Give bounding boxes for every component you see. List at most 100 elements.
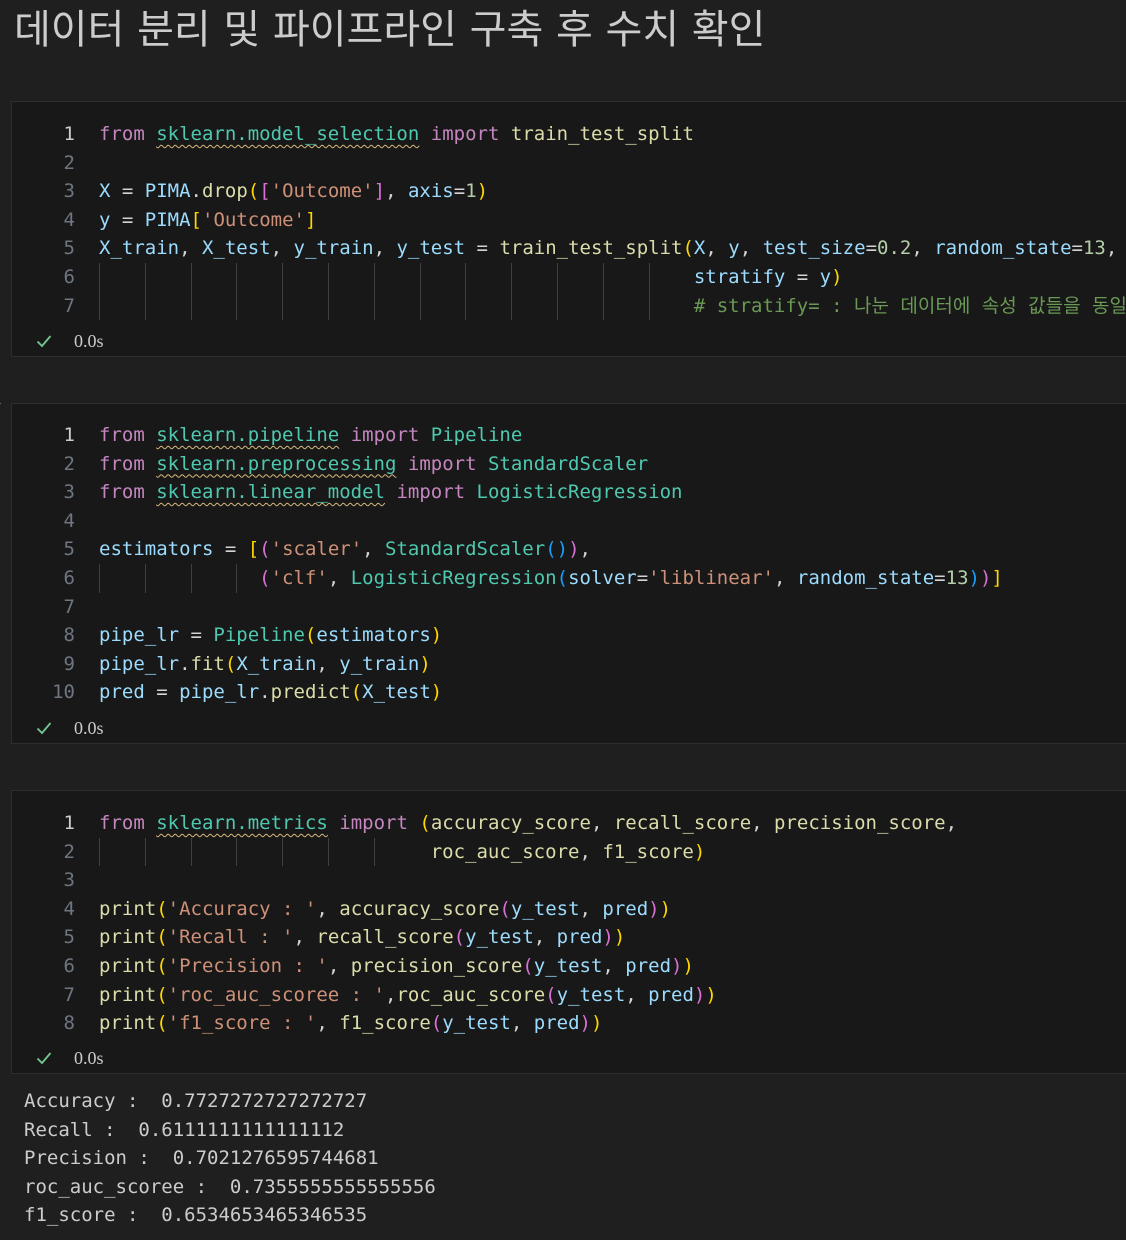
- code-token: roc_auc_score: [396, 983, 546, 1006]
- output-line: Accuracy : 0.7727272727272727: [24, 1090, 368, 1112]
- code-token: (: [156, 926, 168, 949]
- code-token: (: [156, 1012, 168, 1035]
- line-number: 7: [63, 294, 75, 317]
- code-token: X: [693, 237, 706, 260]
- code-token: ): [430, 681, 443, 704]
- code-token: =: [453, 180, 466, 203]
- code-cell-1[interactable]: 1 from sklearn.model_selection import tra…: [11, 101, 1126, 357]
- code-token: 'Precision : ': [167, 954, 328, 977]
- code-token: =: [934, 566, 946, 589]
- code-token: .: [179, 652, 191, 675]
- code-token: ): [419, 652, 431, 675]
- code-token: sklearn.model_selection: [156, 123, 420, 145]
- line-number: 1: [63, 123, 75, 145]
- line-number: 6: [63, 566, 75, 589]
- line-number: 2: [63, 151, 75, 174]
- code-token: ,: [316, 652, 340, 675]
- code-token: test_size: [762, 237, 866, 260]
- code-token: # stratify= : 나눈 데이터에 속성 값들을 동일하게: [693, 294, 1126, 317]
- code-token: ,: [385, 180, 408, 203]
- code-token: 13: [945, 566, 969, 589]
- code-token: ]: [373, 180, 386, 203]
- code-cell-2[interactable]: 1 from sklearn.pipeline import Pipeline 2…: [11, 403, 1126, 744]
- code-token: [: [247, 538, 260, 561]
- cell-collapse-handle[interactable]: [0, 403, 7, 425]
- cell-3-editor[interactable]: 1 from sklearn.metrics import (accuracy_s…: [12, 809, 1126, 1038]
- code-token: y: [99, 208, 111, 231]
- code-token: ,: [293, 926, 317, 949]
- code-token: train_test_split: [510, 123, 694, 145]
- code-token: =: [785, 265, 820, 288]
- cell-1-editor[interactable]: 1 from sklearn.model_selection import tra…: [12, 120, 1126, 321]
- code-line: X = PIMA.drop(['Outcome'], axis=1): [99, 177, 488, 206]
- code-token: 1: [465, 180, 477, 203]
- cell-1-status: 0.0s: [36, 329, 104, 353]
- code-token: from: [99, 452, 145, 475]
- code-token: (: [419, 812, 431, 834]
- code-token: ,: [774, 566, 797, 589]
- code-token: y_test: [556, 983, 626, 1006]
- code-token: ,: [362, 538, 386, 561]
- indent-guide-row: 2 roc_auc_score, f1_score): [12, 837, 1126, 867]
- code-token: ): [979, 566, 992, 589]
- code-line: print('Recall : ', recall_score(y_test, …: [99, 923, 625, 952]
- output-line: Precision : 0.7021276595744681: [24, 1147, 379, 1170]
- line-number: 1: [63, 424, 75, 446]
- code-token: [: [259, 180, 271, 203]
- code-token: 'liblinear': [648, 566, 774, 589]
- code-token: from: [99, 812, 145, 834]
- code-token: pipe_lr: [99, 624, 180, 647]
- code-token: ): [602, 926, 614, 949]
- code-token: ,: [533, 926, 557, 949]
- code-token: =: [865, 237, 878, 260]
- code-token: pred: [99, 681, 145, 704]
- execution-time: 0.0s: [74, 717, 104, 738]
- output-line: Recall : 0.6111111111111112: [24, 1118, 345, 1141]
- code-token: =: [110, 180, 145, 203]
- code-token: recall_score: [316, 926, 454, 949]
- cell-2-editor[interactable]: 1 from sklearn.pipeline import Pipeline 2…: [12, 421, 1126, 707]
- code-token: StandardScaler: [385, 538, 546, 561]
- line-number: 7: [63, 983, 75, 1006]
- code-cell-3[interactable]: 1 from sklearn.metrics import (accuracy_s…: [11, 790, 1126, 1074]
- code-token: ,: [316, 1012, 340, 1035]
- code-token: ,: [327, 954, 351, 977]
- check-icon: [36, 722, 52, 735]
- code-token: ,: [510, 1012, 534, 1035]
- code-token: ,: [327, 566, 351, 589]
- code-token: random_state: [796, 566, 935, 589]
- code-token: (: [259, 538, 271, 561]
- code-token: recall_score: [613, 812, 752, 834]
- line-number: 7: [63, 595, 75, 618]
- code-token: X_test: [201, 237, 271, 260]
- code-token: .: [190, 180, 202, 203]
- code-token: (: [545, 983, 557, 1006]
- code-token: ,: [385, 983, 397, 1006]
- code-token: import: [407, 452, 477, 475]
- code-line: print('roc_auc_scoree : ',roc_auc_score(…: [99, 981, 717, 1010]
- code-token: ,: [911, 237, 935, 260]
- code-token: train_test_split: [499, 237, 683, 260]
- code-token: predict: [270, 681, 351, 704]
- code-token: =: [110, 208, 145, 231]
- code-token: ,: [1105, 237, 1118, 260]
- check-icon: [36, 335, 52, 348]
- line-number: 3: [63, 180, 75, 203]
- code-token: stratify: [693, 265, 786, 288]
- code-token: (: [156, 954, 168, 977]
- output-line: roc_auc_scoree : 0.7355555555555556: [24, 1175, 436, 1198]
- code-line: print('Precision : ', precision_score(y_…: [99, 952, 694, 981]
- code-token: (: [430, 1012, 443, 1035]
- code-token: ): [682, 954, 694, 977]
- code-token: from: [99, 424, 145, 446]
- code-token: pred: [602, 897, 649, 920]
- code-token: 13: [1082, 237, 1106, 260]
- code-token: ,: [579, 897, 603, 920]
